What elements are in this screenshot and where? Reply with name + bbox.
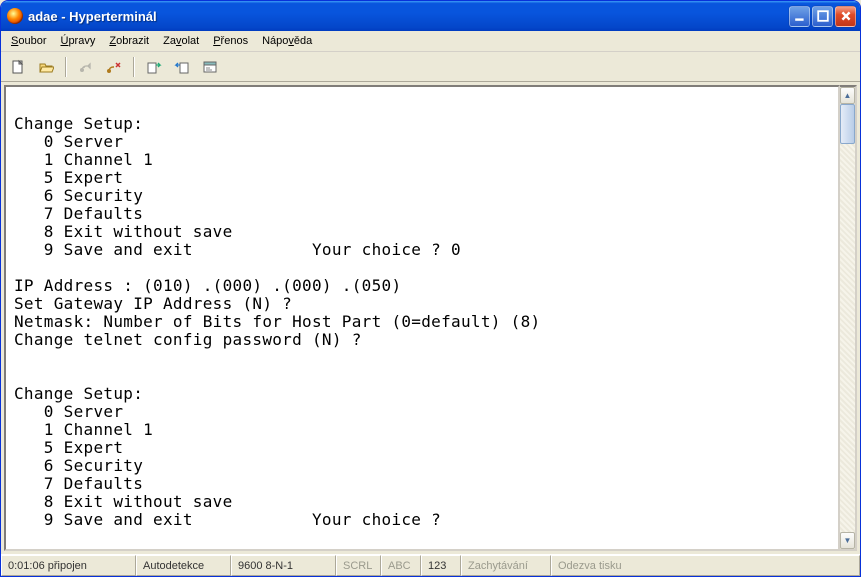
status-connection: 9600 8-N-1 xyxy=(231,555,336,576)
scroll-up-button[interactable]: ▲ xyxy=(840,87,855,104)
menubar: Soubor Úpravy Zobrazit Zavolat Přenos Ná… xyxy=(1,31,860,52)
menu-zavolat[interactable]: Zavolat xyxy=(157,33,205,49)
window-title: adae - Hyperterminál xyxy=(28,9,787,24)
scrollbar[interactable]: ▲ ▼ xyxy=(840,85,857,551)
send-button[interactable] xyxy=(143,56,165,78)
scroll-thumb[interactable] xyxy=(840,104,855,144)
receive-button[interactable] xyxy=(171,56,193,78)
terminal-output[interactable]: Change Setup: 0 Server 1 Channel 1 5 Exp… xyxy=(4,85,840,551)
connect-button[interactable] xyxy=(75,56,97,78)
status-time: 0:01:06 připojen xyxy=(1,555,136,576)
toolbar-separator xyxy=(65,57,67,77)
menu-upravy[interactable]: Úpravy xyxy=(54,33,101,49)
toolbar-separator xyxy=(133,57,135,77)
scroll-track[interactable] xyxy=(840,144,855,532)
toolbar xyxy=(1,52,860,82)
status-num: 123 xyxy=(421,555,461,576)
status-detect: Autodetekce xyxy=(136,555,231,576)
menu-zobrazit[interactable]: Zobrazit xyxy=(103,33,155,49)
status-scrl: SCRL xyxy=(336,555,381,576)
status-abc: ABC xyxy=(381,555,421,576)
app-icon xyxy=(7,8,23,24)
properties-button[interactable] xyxy=(199,56,221,78)
app-window: adae - Hyperterminál Soubor Úpravy Zobra… xyxy=(0,0,861,577)
maximize-button[interactable] xyxy=(812,6,833,27)
content-area: Change Setup: 0 Server 1 Channel 1 5 Exp… xyxy=(1,82,860,554)
menu-soubor[interactable]: Soubor xyxy=(5,33,52,49)
statusbar: 0:01:06 připojen Autodetekce 9600 8-N-1 … xyxy=(1,554,860,576)
open-button[interactable] xyxy=(35,56,57,78)
minimize-button[interactable] xyxy=(789,6,810,27)
new-button[interactable] xyxy=(7,56,29,78)
status-capture: Zachytávání xyxy=(461,555,551,576)
disconnect-button[interactable] xyxy=(103,56,125,78)
menu-napoveda[interactable]: Nápověda xyxy=(256,33,318,49)
close-button[interactable] xyxy=(835,6,856,27)
titlebar[interactable]: adae - Hyperterminál xyxy=(1,1,860,31)
menu-prenos[interactable]: Přenos xyxy=(207,33,254,49)
scroll-down-button[interactable]: ▼ xyxy=(840,532,855,549)
status-echo: Odezva tisku xyxy=(551,555,860,576)
